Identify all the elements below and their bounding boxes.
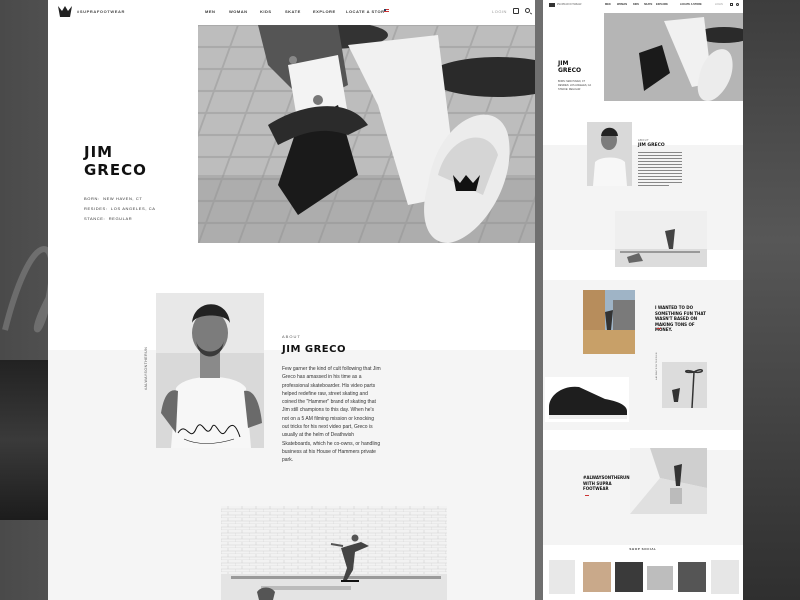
about-label: ABOUT [282,334,301,339]
p2-nav-woman[interactable]: WOMAN [617,3,627,6]
p2-info-born: BORN: NEW HAVEN, CT [558,80,586,83]
p2-palm-trees-photo [662,362,707,408]
p2-athlete-name: JIM GRECO [558,60,582,74]
login-link[interactable]: LOGIN [492,9,507,14]
about-body-text: Few garner the kind of cult following th… [282,366,381,464]
info-stance: STANCE: REGULAR [84,216,133,221]
p2-cart-icon[interactable] [730,3,733,6]
hero-shoe-photo [198,25,535,243]
p2-social-thumb-5[interactable] [678,562,706,592]
p2-info-stance: STANCE: REGULAR [558,88,581,91]
info-born: BORN: NEW HAVEN, CT [84,196,143,201]
nav-item-locate-store[interactable]: LOCATE A STORE [346,9,388,14]
cart-icon[interactable] [513,8,519,14]
p2-nav-locate-store[interactable]: LOCATE A STORE [680,3,702,6]
p2-quote-text: I WANTED TO DO SOMETHING FUN THAT WASN'T… [655,305,706,332]
about-title: JIM GRECO [282,344,346,355]
athlete-name-heading: JIM GRECO [84,143,147,179]
search-icon[interactable] [525,8,530,13]
nav-item-kids[interactable]: KIDS [260,9,272,14]
p2-nav-skate[interactable]: SKATE [644,3,652,6]
p2-info-resides: RESIDES: LOS ANGELES, CA [558,84,592,87]
top-navigation: #SUPRAFOOTWEAR MEN WOMAN KIDS SKATE EXPL… [48,0,535,25]
p2-social-thumb-1[interactable] [549,560,575,594]
supra-crown-logo-icon[interactable] [58,6,72,17]
p2-hero-shoe-photo [604,13,743,101]
p2-vertical-tag: #ALWAYSONTHERUN [656,352,658,380]
p2-about-label: ABOUT [638,139,650,142]
p2-logo-icon[interactable] [549,3,555,7]
p2-about-text-lines [638,152,682,188]
nav-item-skate[interactable]: SKATE [285,9,301,14]
us-flag-icon[interactable] [384,9,389,13]
skate-grind-photo [221,506,447,600]
p2-search-icon[interactable] [736,3,739,6]
p2-about-title: JIM GRECO [638,143,665,148]
p2-login-link[interactable]: LOGIN [715,3,723,6]
p2-social-thumb-4[interactable] [647,566,673,590]
signature-graphic [177,424,241,444]
p2-shoe-product-photo [545,377,629,422]
info-resides: RESIDES: LOS ANGELES, CA [84,206,156,211]
p2-brand-handle[interactable]: #SUPRAFOOTWEAR [557,3,581,6]
p2-social-thumb-6[interactable] [711,560,739,594]
nav-item-explore[interactable]: EXPLORE [313,9,336,14]
p2-quote-accent [657,328,661,329]
nav-item-men[interactable]: MEN [205,9,215,14]
p2-shop-social-heading: SHOP SOCIAL [629,547,657,551]
p2-hashtag-accent [585,495,589,496]
p2-hashtag-heading: #ALWAYSONTHERUN WITH SUPRA FOOTWEAR [583,475,630,491]
p2-nav-explore[interactable]: EXPLORE [656,3,668,6]
p2-social-thumb-2[interactable] [583,562,611,592]
p2-nav-kids[interactable]: KIDS [633,3,639,6]
nav-item-woman[interactable]: WOMAN [229,9,248,14]
brand-handle[interactable]: #SUPRAFOOTWEAR [77,9,125,14]
background-shoe-photo [0,360,48,520]
p2-portrait-photo [587,122,632,186]
p2-social-thumb-3[interactable] [615,562,643,592]
p2-skate-grind-photo [615,211,707,267]
p2-building-skate-photo [630,448,707,514]
athlete-page-secondary: #SUPRAFOOTWEAR MEN WOMAN KIDS SKATE EXPL… [543,0,743,600]
p2-city-skate-photo [583,290,635,354]
hashtag-vertical-label: #ALWAYSONTHERUN [144,346,148,390]
athlete-page-main: #SUPRAFOOTWEAR MEN WOMAN KIDS SKATE EXPL… [48,0,535,600]
background-right-photo [742,0,800,600]
p2-nav-men[interactable]: MEN [605,3,611,6]
